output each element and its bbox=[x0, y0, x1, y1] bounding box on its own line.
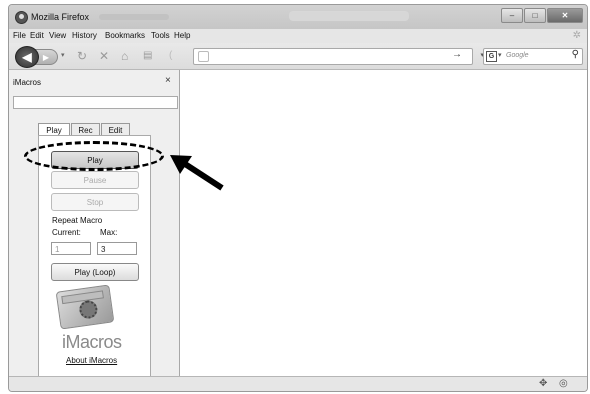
max-label: Max: bbox=[100, 228, 118, 237]
menu-view[interactable]: View bbox=[49, 31, 66, 40]
imacros-sidebar: iMacros × Play Rec Edit Play Pause Stop … bbox=[9, 70, 180, 381]
menu-tools[interactable]: Tools bbox=[151, 31, 170, 40]
engine-dropdown-icon[interactable]: ▾ bbox=[498, 51, 502, 59]
navigation-toolbar: ▶ ◀ ▾ ↻ ✕ ⌂ ▤ ( → ▾ G ▾ Google ⚲ bbox=[9, 43, 587, 70]
status-bar: ✥ ◎ bbox=[9, 376, 587, 391]
url-bar[interactable]: → ▾ bbox=[193, 48, 484, 65]
go-arrow-icon[interactable]: → bbox=[452, 49, 462, 60]
stop-icon[interactable]: ✕ bbox=[99, 49, 109, 63]
search-bar[interactable]: G ▾ Google ⚲ bbox=[483, 48, 583, 65]
history-dropdown-icon[interactable]: ▾ bbox=[61, 51, 65, 59]
menu-edit[interactable]: Edit bbox=[30, 31, 44, 40]
current-label: Current: bbox=[52, 228, 81, 237]
title-bar: Mozilla Firefox – □ ✕ bbox=[9, 5, 587, 29]
bookmark-icon[interactable]: ▤ bbox=[143, 50, 152, 61]
menu-history[interactable]: History bbox=[72, 31, 97, 40]
page-content bbox=[180, 70, 587, 376]
play-loop-button[interactable]: Play (Loop) bbox=[51, 263, 139, 281]
sidebar-strip bbox=[13, 96, 178, 109]
maximize-button[interactable]: □ bbox=[524, 8, 546, 23]
search-icon[interactable]: ⚲ bbox=[572, 49, 579, 60]
window-title: Mozilla Firefox bbox=[31, 12, 90, 22]
current-field[interactable]: 1 bbox=[51, 242, 91, 255]
reload-icon[interactable]: ↻ bbox=[77, 49, 87, 63]
menu-help[interactable]: Help bbox=[174, 31, 190, 40]
close-button[interactable]: ✕ bbox=[547, 8, 583, 23]
imacros-logo-image bbox=[55, 284, 115, 330]
max-field[interactable]: 3 bbox=[97, 242, 137, 255]
google-engine-icon[interactable]: G bbox=[486, 51, 497, 62]
about-imacros-link[interactable]: About iMacros bbox=[66, 356, 117, 365]
page-favicon bbox=[198, 51, 209, 62]
addon-icon[interactable]: ✥ bbox=[539, 378, 547, 389]
back-button[interactable]: ◀ bbox=[15, 46, 39, 68]
paren-icon: ( bbox=[169, 50, 173, 61]
blurred-title-fragment bbox=[289, 11, 409, 21]
blurred-title-fragment bbox=[99, 14, 169, 20]
sidebar-title: iMacros bbox=[13, 78, 42, 87]
firefox-icon bbox=[15, 11, 28, 24]
status-circle-icon[interactable]: ◎ bbox=[559, 378, 568, 389]
annotation-ellipse bbox=[24, 141, 164, 171]
search-placeholder: Google bbox=[506, 52, 529, 59]
sidebar-close-icon[interactable]: × bbox=[165, 75, 171, 86]
repeat-macro-label: Repeat Macro bbox=[52, 216, 103, 225]
imacros-logo-text: iMacros bbox=[62, 332, 122, 352]
stop-button[interactable]: Stop bbox=[51, 193, 139, 211]
activity-icon: ✲ bbox=[572, 30, 581, 41]
minimize-button[interactable]: – bbox=[501, 8, 523, 23]
pause-button[interactable]: Pause bbox=[51, 171, 139, 189]
menu-bar: File Edit View History Bookmarks Tools H… bbox=[9, 29, 587, 43]
home-icon[interactable]: ⌂ bbox=[121, 49, 128, 63]
menu-file[interactable]: File bbox=[13, 31, 26, 40]
menu-bookmarks[interactable]: Bookmarks bbox=[105, 31, 145, 40]
annotation-arrow bbox=[170, 155, 224, 191]
